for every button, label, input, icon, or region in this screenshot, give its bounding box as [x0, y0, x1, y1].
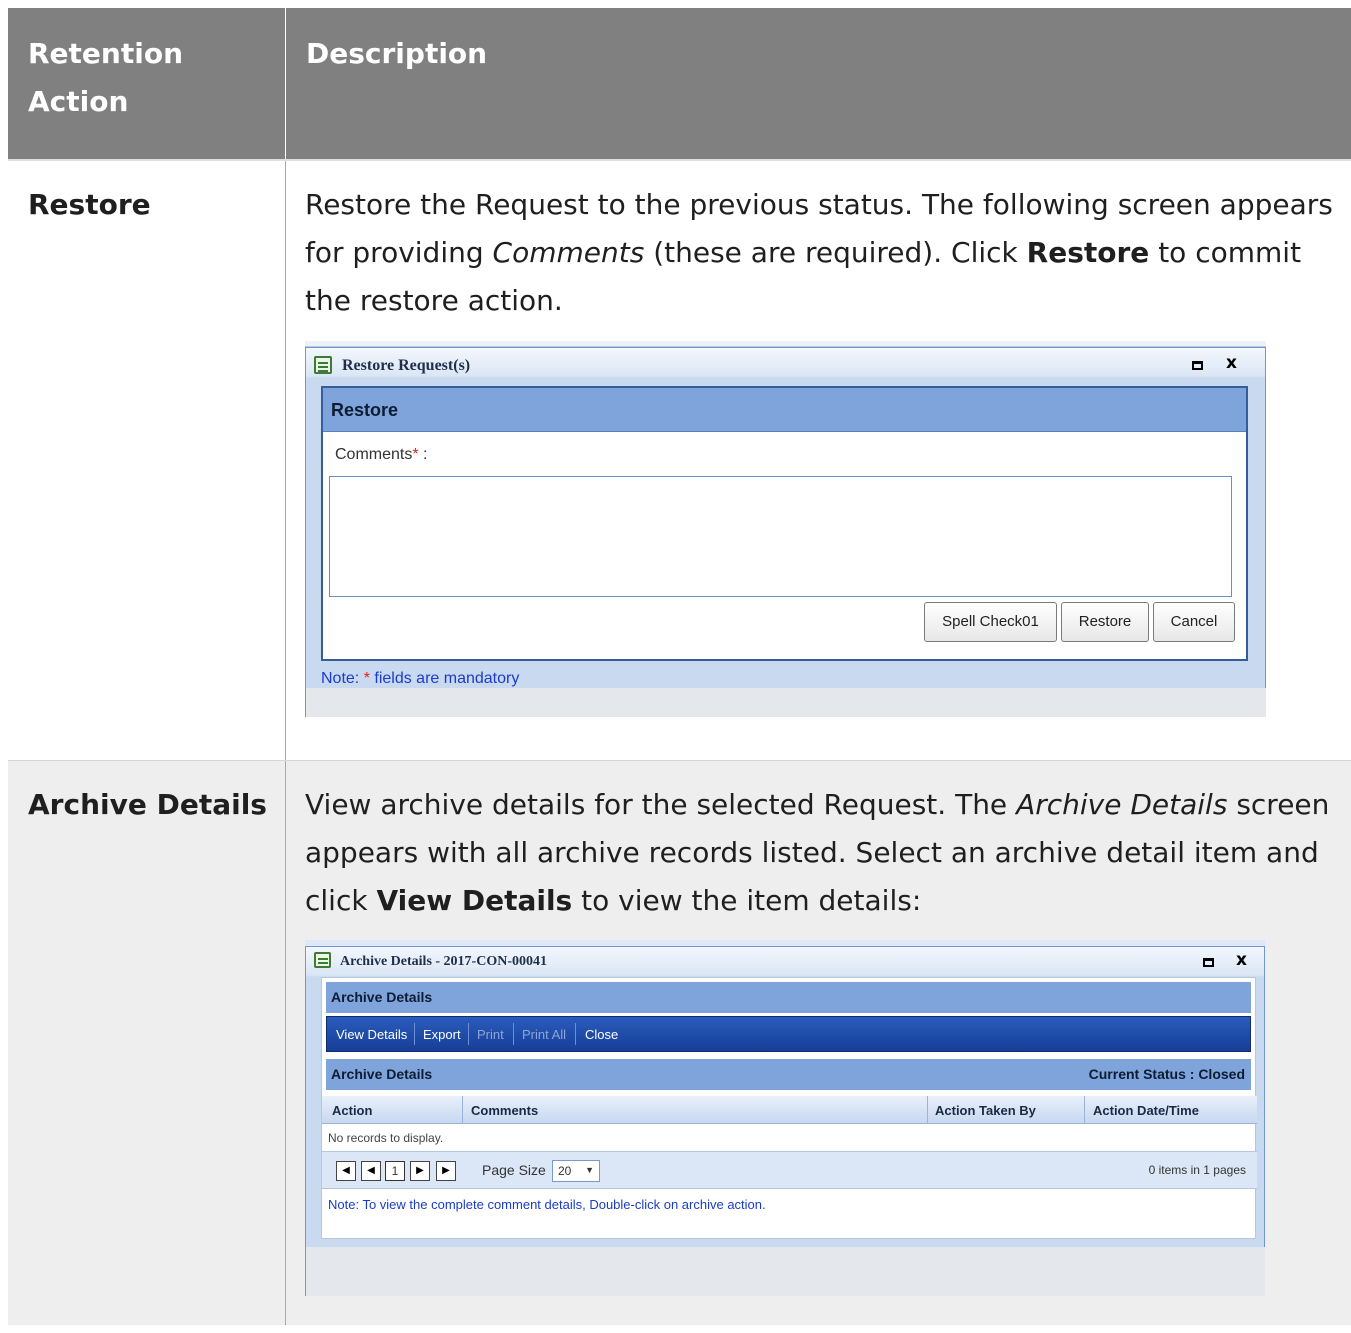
header-description: Description — [285, 8, 1351, 159]
page-size-value: 20 — [558, 1164, 572, 1178]
dialog-title: Archive Details - 2017-CON-00041 — [340, 954, 547, 969]
desc-bold: View Details — [376, 884, 573, 917]
spell-check-button[interactable]: Spell Check01 — [924, 602, 1057, 642]
desc-text: View archive details for the selected Re… — [305, 788, 1017, 821]
dialog-footer-area — [306, 1247, 1265, 1296]
table-header: Retention Action Description — [8, 8, 1351, 159]
column-action-date-time[interactable]: Action Date/Time — [1093, 1103, 1199, 1118]
first-page-icon[interactable]: ◀​ — [336, 1161, 356, 1181]
desc-text: (these are required). Click — [644, 236, 1027, 269]
comments-textarea[interactable] — [329, 476, 1232, 597]
restore-panel: Restore Comments* : Spell Check01 Restor… — [321, 386, 1248, 661]
close-icon[interactable]: x — [1226, 353, 1237, 373]
action-name: Archive Details — [28, 788, 267, 821]
toolbar-separator — [468, 1023, 469, 1045]
comments-label: Comments* : — [335, 446, 427, 464]
dialog-titlebar: Restore Request(s) x — [306, 348, 1265, 382]
grid-pager: ◀​ ◀ 1 ▶ ▶ Page Size 20 ▼ 0 items in 1 pa… — [322, 1151, 1257, 1189]
label-colon: : — [418, 446, 428, 463]
header-retention-action: Retention Action — [28, 37, 184, 118]
dialog-title: Restore Request(s) — [342, 357, 471, 374]
chevron-down-icon: ▼ — [585, 1165, 594, 1175]
toolbar-separator — [513, 1023, 514, 1045]
archive-subheader: Archive Details Current Status : Closed — [326, 1059, 1251, 1090]
archive-note: Note: To view the complete comment detai… — [328, 1197, 766, 1212]
export-button[interactable]: Export — [423, 1027, 461, 1042]
table-row-archive-details: Archive Details View archive details for… — [8, 760, 1351, 1325]
restore-dialog-screenshot: Restore Request(s) x Restore Comments* :… — [305, 341, 1266, 717]
restore-button[interactable]: Restore — [1061, 602, 1149, 642]
retention-action-table: Retention Action Description Restore Res… — [8, 8, 1351, 1325]
dialog-titlebar: Archive Details - 2017-CON-00041 x — [306, 947, 1264, 975]
comments-label-text: Comments — [335, 446, 413, 463]
table-row-restore: Restore Restore the Request to the previ… — [8, 159, 1351, 760]
page-number-button[interactable]: 1 — [385, 1161, 405, 1181]
restore-dialog: Restore Request(s) x Restore Comments* :… — [305, 347, 1266, 717]
next-page-icon[interactable]: ▶ — [410, 1161, 430, 1181]
dialog-footer-area — [306, 688, 1266, 717]
sub-title: Archive Details — [331, 1066, 433, 1082]
archive-panel: Archive Details View Details Export Prin… — [321, 977, 1257, 1239]
column-separator — [1084, 1096, 1085, 1124]
view-details-button[interactable]: View Details — [336, 1027, 407, 1042]
current-status: Current Status : Closed — [1088, 1066, 1245, 1082]
page-size-select[interactable]: 20 ▼ — [552, 1160, 600, 1182]
empty-grid-message: No records to display. — [328, 1131, 444, 1145]
print-button[interactable]: Print — [477, 1027, 504, 1042]
column-separator — [462, 1096, 463, 1124]
items-count: 0 items in 1 pages — [1148, 1163, 1246, 1177]
action-description: View archive details for the selected Re… — [305, 781, 1335, 925]
maximize-icon[interactable] — [1203, 958, 1214, 967]
column-divider — [285, 161, 286, 760]
desc-italic: Comments — [492, 236, 645, 269]
last-page-icon[interactable]: ▶ — [436, 1161, 456, 1181]
archive-toolbar: View Details Export Print Print All Clos… — [326, 1016, 1251, 1052]
desc-bold: Restore — [1026, 236, 1150, 269]
mandatory-note: Note: * fields are mandatory — [321, 670, 519, 688]
column-divider — [285, 761, 286, 1325]
prev-page-icon[interactable]: ◀ — [361, 1161, 381, 1181]
column-action-taken-by[interactable]: Action Taken By — [935, 1103, 1036, 1118]
column-comments[interactable]: Comments — [471, 1103, 538, 1118]
note-prefix: Note: — [321, 670, 364, 687]
panel-title: Restore — [323, 388, 1246, 432]
grid-header: Action Comments Action Taken By Action D… — [322, 1096, 1257, 1124]
column-action[interactable]: Action — [332, 1103, 372, 1118]
print-all-button[interactable]: Print All — [522, 1027, 566, 1042]
close-icon[interactable]: x — [1236, 950, 1247, 970]
desc-text: to view the item details: — [572, 884, 922, 917]
column-separator — [927, 1096, 928, 1124]
toolbar-separator — [414, 1023, 415, 1045]
list-window-icon — [314, 952, 331, 968]
archive-details-dialog: Archive Details - 2017-CON-00041 x Archi… — [305, 946, 1265, 1296]
toolbar-separator — [575, 1023, 576, 1045]
page-size-label: Page Size — [482, 1162, 546, 1178]
list-window-icon — [314, 356, 332, 374]
action-description: Restore the Request to the previous stat… — [305, 181, 1335, 325]
maximize-icon[interactable] — [1192, 361, 1203, 370]
action-name: Restore — [28, 188, 151, 221]
cancel-button[interactable]: Cancel — [1153, 602, 1235, 642]
archive-dialog-screenshot: Archive Details - 2017-CON-00041 x Archi… — [305, 940, 1265, 1296]
note-suffix: fields are mandatory — [369, 670, 520, 687]
desc-italic: Archive Details — [1016, 788, 1228, 821]
panel-title: Archive Details — [326, 982, 1251, 1013]
close-button[interactable]: Close — [585, 1027, 618, 1042]
